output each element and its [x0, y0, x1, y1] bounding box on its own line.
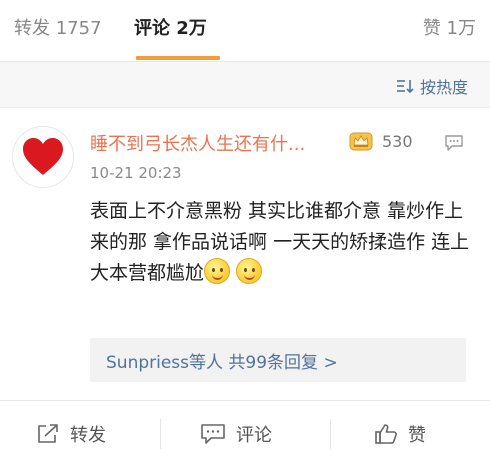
- tab-like[interactable]: 赞 1万: [423, 14, 476, 40]
- smile-emoji-icon: [236, 258, 263, 284]
- active-tab-indicator: [136, 56, 220, 60]
- reply-comment-icon[interactable]: [444, 134, 464, 152]
- comment-item: 睡不到弓长杰人生还有什... 530 10-21 20:23 表面上不介意黑粉 …: [0, 108, 490, 400]
- sort-by-hot-button[interactable]: 按热度: [396, 74, 468, 98]
- comment-text-body: 表面上不介意黑粉 其实比谁都介意 靠炒作上来的那 拿作品说话啊 一天天的矫揉造作…: [90, 200, 470, 284]
- comment-label: 评论: [236, 425, 272, 446]
- action-divider: [160, 419, 161, 449]
- embarrassed-emoji-icon: [204, 258, 231, 284]
- comment-like-count[interactable]: 530: [382, 132, 413, 151]
- comment-icon: [201, 424, 225, 444]
- comment-text: 表面上不介意黑粉 其实比谁都介意 靠炒作上来的那 拿作品说话啊 一天天的矫揉造作…: [90, 196, 470, 289]
- comment-timestamp: 10-21 20:23: [90, 164, 182, 182]
- crown-badge-icon: [349, 132, 373, 151]
- sort-icon: [396, 80, 414, 93]
- heart-icon: [23, 138, 63, 175]
- comment-button[interactable]: 评论: [200, 421, 272, 447]
- comment-username[interactable]: 睡不到弓长杰人生还有什...: [90, 130, 305, 156]
- repost-label: 转发: [70, 425, 106, 446]
- sort-bar: 按热度: [0, 62, 490, 108]
- repost-button[interactable]: 转发: [36, 421, 106, 447]
- thumbs-up-icon: [375, 424, 397, 444]
- like-label: 赞: [408, 425, 426, 446]
- avatar[interactable]: [12, 126, 74, 188]
- action-divider: [330, 419, 331, 449]
- tab-repost[interactable]: 转发 1757: [14, 14, 102, 40]
- sort-label: 按热度: [419, 78, 468, 97]
- action-bar: 转发 评论 赞: [0, 400, 490, 469]
- tab-comment[interactable]: 评论 2万: [134, 14, 207, 40]
- like-button[interactable]: 赞: [374, 421, 426, 447]
- share-icon: [38, 424, 58, 443]
- replies-link[interactable]: Sunpriess等人 共99条回复 >: [90, 338, 466, 382]
- tab-bar: 转发 1757 评论 2万 赞 1万: [0, 0, 490, 62]
